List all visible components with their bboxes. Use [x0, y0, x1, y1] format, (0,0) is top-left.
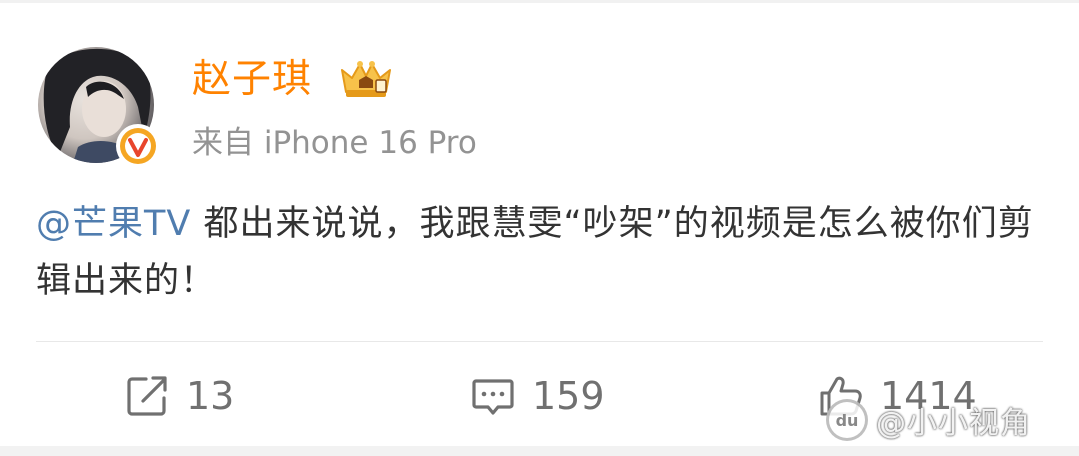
comment-count: 159: [532, 374, 605, 418]
mention-link[interactable]: @芒果TV: [36, 204, 191, 244]
comment-icon: [470, 373, 516, 419]
post-source: 来自 iPhone 16 Pro: [192, 125, 477, 161]
repost-count: 13: [186, 374, 235, 418]
repost-icon: [124, 373, 170, 419]
bottom-divider: [0, 446, 1079, 456]
verified-badge-icon: [116, 124, 160, 168]
username[interactable]: 赵子琪: [192, 54, 312, 106]
post-body: @芒果TV 都出来说说，我跟慧雯“吵架”的视频是怎么被你们剪辑出来的！: [36, 196, 1046, 310]
repost-button[interactable]: 13: [124, 368, 234, 424]
weibo-post-card: 赵子琪 来自 iPhone 16 Pro @芒果TV 都出来说说，我跟慧雯“吵架…: [0, 0, 1079, 456]
top-divider: [0, 0, 1079, 3]
watermark-text: @小小视角: [876, 406, 1031, 441]
watermark: du @小小视角: [826, 392, 1076, 448]
watermark-logo: du: [826, 399, 868, 441]
actions-divider: [36, 341, 1043, 342]
comment-button[interactable]: 159: [470, 368, 605, 424]
member-crown-icon[interactable]: [338, 56, 394, 100]
